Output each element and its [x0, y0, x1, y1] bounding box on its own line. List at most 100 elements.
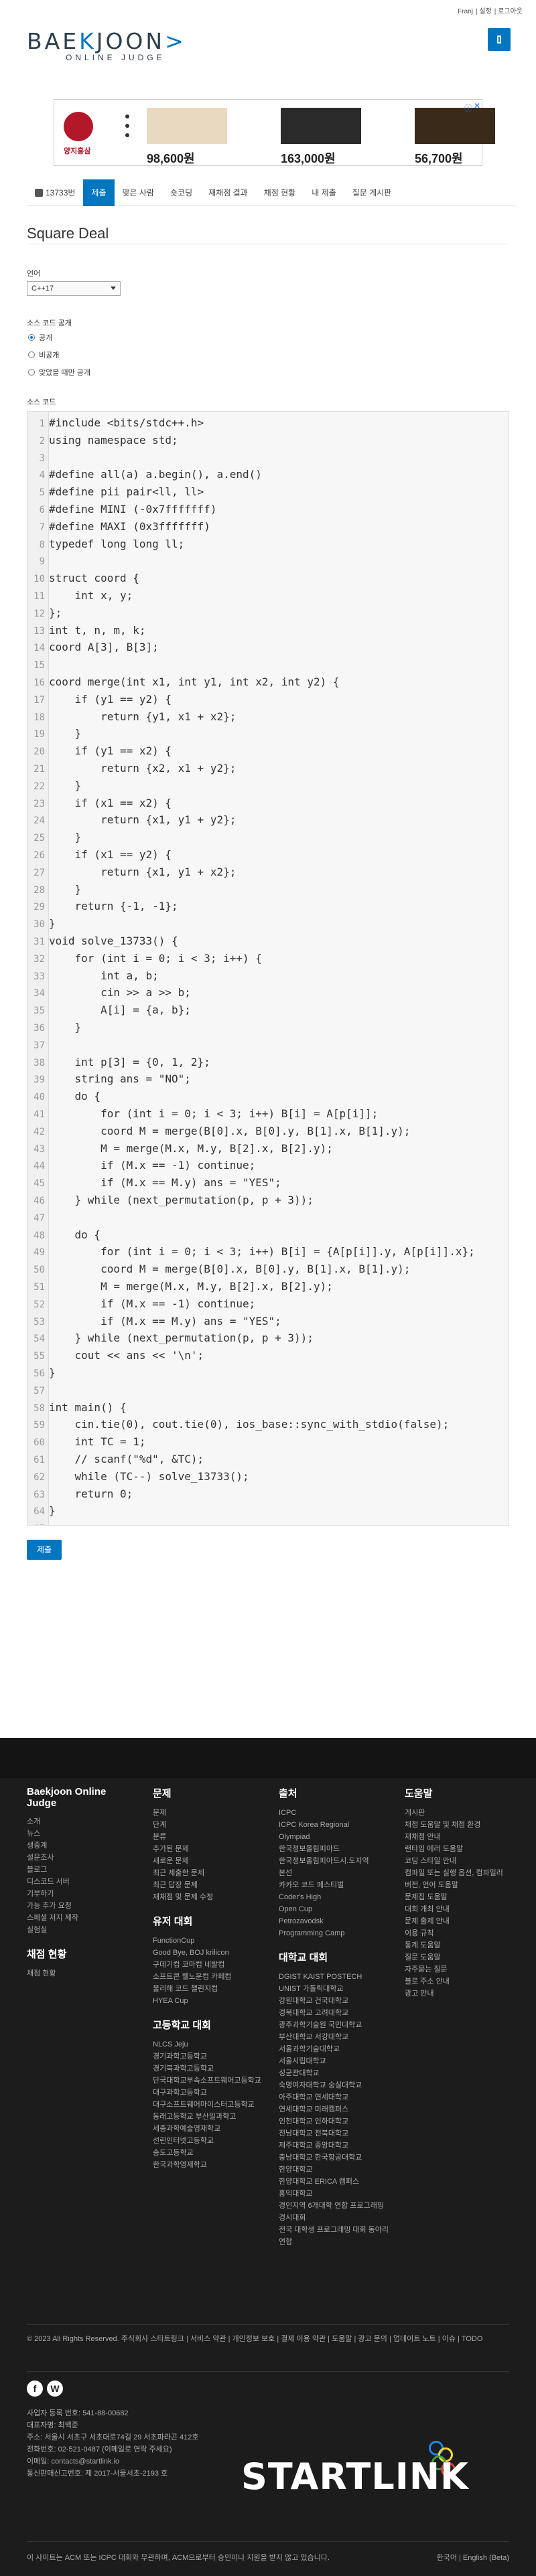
visibility-public-radio[interactable]: 공개 [28, 332, 52, 343]
footer-link[interactable]: Programming Camp [279, 1927, 393, 1939]
footer-link[interactable]: 광주과학기술원 국민대학교 [279, 2019, 393, 2031]
footer-link[interactable]: 홍익대학교 [279, 2188, 393, 2200]
footer-link[interactable]: 블로 주소 안내 [405, 1976, 512, 1988]
ad-info-icon[interactable]: ⓘ [464, 102, 472, 114]
footer-link[interactable]: 한양대학교 ERICA 캠퍼스 [279, 2176, 393, 2188]
footer-link[interactable]: HYEA Cup [153, 1995, 267, 2007]
footer-link[interactable]: 경기북과학고등학교 [153, 2063, 267, 2075]
footer-link[interactable]: 랜타임 에러 도움말 [405, 1843, 512, 1855]
footer-link[interactable]: 분류 [153, 1831, 267, 1843]
footer-link[interactable]: 추가된 문제 [153, 1843, 267, 1855]
ad-product-2[interactable] [281, 108, 361, 148]
footer-link[interactable]: 송도고등학교 [153, 2147, 267, 2159]
footer-link[interactable]: DGIST KAIST POSTECH [279, 1971, 393, 1983]
footer-link[interactable]: 재채점 안내 [405, 1831, 512, 1843]
footer-link[interactable]: Petrozavodsk [279, 1915, 393, 1927]
footer-link[interactable]: 뉴스 [27, 1828, 127, 1840]
code-editor[interactable]: 1 #include <bits/stdc++.h> 2 using namespac… [27, 411, 509, 1526]
footer-link[interactable]: 구데기컵 코마컵 네발컵 [153, 1959, 267, 1971]
footer-link[interactable]: 단계 [153, 1819, 267, 1831]
ad-close-icon[interactable]: ✕ [474, 101, 480, 110]
footer-link[interactable]: 채점 현황 [27, 1967, 127, 1980]
footer-link[interactable]: 대구과학고등학교 [153, 2087, 267, 2099]
footer-link[interactable]: 게시판 [405, 1807, 512, 1819]
footer-link[interactable]: 한국정보올림피아드 [279, 1843, 393, 1855]
footer-link[interactable]: FunctionCup [153, 1935, 267, 1947]
footer-link[interactable]: 단국대학교부속소프트웨어고등학교 [153, 2075, 267, 2087]
tab-short-coding[interactable]: 숏코딩 [162, 179, 200, 206]
tab-problem-number[interactable]: 13733번 [27, 179, 83, 206]
footer-link[interactable]: 연세대학교 미래캠퍼스 [279, 2103, 393, 2115]
settings-link[interactable]: 설정 [479, 8, 491, 15]
footer-link[interactable]: 소프트콘 웰노운컵 카페컵 [153, 1971, 267, 1983]
footer-link[interactable]: 본선 [279, 1867, 393, 1879]
footer-link[interactable]: 최근 제출한 문제 [153, 1867, 267, 1879]
footer-link[interactable]: 실험실 [27, 1924, 127, 1936]
submit-button[interactable]: 제출 [27, 1540, 62, 1560]
footer-link[interactable]: 인천대학교 인하대학교 [279, 2115, 393, 2127]
footer-link[interactable]: 자주묻는 질문 [405, 1963, 512, 1976]
footer-link[interactable]: 문제 [153, 1807, 267, 1819]
footer-link[interactable]: 대회 개최 안내 [405, 1903, 512, 1915]
footer-link[interactable]: 코딩 스타일 안내 [405, 1855, 512, 1867]
footer-link[interactable]: 물리해 코드 챌린지컵 [153, 1983, 267, 1995]
visibility-private-radio[interactable]: 비공개 [28, 349, 59, 360]
footer-link[interactable]: 가능 추가 요청 [27, 1900, 127, 1912]
footer-link[interactable]: 전남대학교 전북대학교 [279, 2127, 393, 2140]
tab-rejudge-results[interactable]: 재채점 결과 [200, 179, 256, 206]
footer-link[interactable]: 광고 안내 [405, 1988, 512, 2000]
footer-link[interactable]: 통계 도움말 [405, 1939, 512, 1951]
footer-link[interactable]: 한국정보올림피아드시.도지역 [279, 1855, 393, 1867]
footer-link[interactable]: 기부하기 [27, 1888, 127, 1900]
footer-link[interactable]: 경인지역 6개대학 연합 프로그래밍 경시대회 [279, 2200, 393, 2224]
footer-link[interactable]: 질문 도움말 [405, 1951, 512, 1963]
footer-link[interactable]: 충남대학교 한국항공대학교 [279, 2152, 393, 2164]
menu-toggle-button[interactable] [488, 28, 511, 51]
footer-link[interactable]: 새로운 문제 [153, 1855, 267, 1867]
footer-link[interactable]: 성균관대학교 [279, 2067, 393, 2079]
footer-link[interactable]: 제주대학교 중앙대학교 [279, 2140, 393, 2152]
footer-link[interactable]: 블로그 [27, 1864, 127, 1876]
footer-link[interactable]: 경북대학교 고려대학교 [279, 2007, 393, 2019]
footer-link[interactable]: 문제 출제 안내 [405, 1915, 512, 1927]
site-logo[interactable]: BAEKJOON> ONLINE JUDGE [27, 28, 201, 65]
wordpress-icon[interactable]: W [47, 2381, 63, 2397]
footer-link[interactable]: 아주대학교 연세대학교 [279, 2091, 393, 2103]
footer-link[interactable]: 컴파일 또는 실행 옵션, 컴파일러 버전, 언어 도움말 [405, 1867, 512, 1891]
footer-link[interactable]: UNIST 가톨릭대학교 [279, 1983, 393, 1995]
footer-link[interactable]: 카카오 코드 페스티벌 [279, 1879, 393, 1891]
footer-link[interactable]: 채점 도움말 및 채점 환경 [405, 1819, 512, 1831]
footer-link[interactable]: 숙명여자대학교 숭실대학교 [279, 2079, 393, 2091]
footer-link[interactable]: 한국과학영재학교 [153, 2159, 267, 2171]
language-select[interactable]: C++17 [27, 281, 121, 296]
footer-link[interactable]: Open Cup [279, 1903, 393, 1915]
username-link[interactable]: Franj [458, 8, 473, 15]
tab-status[interactable]: 채점 현황 [256, 179, 304, 206]
ad-product-1[interactable] [147, 108, 227, 148]
footer-link[interactable]: ICPC [279, 1807, 393, 1819]
footer-link[interactable]: 한양대학교 [279, 2164, 393, 2176]
tab-my-submissions[interactable]: 내 제출 [304, 179, 344, 206]
tab-qna-board[interactable]: 질문 게시판 [344, 179, 400, 206]
footer-link[interactable]: 설문조사 [27, 1852, 127, 1864]
footer-link[interactable]: 서울과학기술대학교 [279, 2043, 393, 2055]
tab-solved-users[interactable]: 맞은 사람 [115, 179, 163, 206]
footer-link[interactable]: 최근 답장 문제 [153, 1879, 267, 1891]
footer-link[interactable]: 서울시립대학교 [279, 2055, 393, 2067]
footer-link[interactable]: ICPC Korea Regional [279, 1819, 393, 1831]
footer-link[interactable]: 문제집 도움말 [405, 1891, 512, 1903]
footer-link[interactable]: 대구소프트웨어마이스터고등학교 [153, 2099, 267, 2111]
footer-link[interactable]: Olympiad [279, 1831, 393, 1843]
footer-link[interactable]: 경기과학고등학교 [153, 2050, 267, 2063]
footer-link[interactable]: Coder's High [279, 1891, 393, 1903]
footer-link[interactable]: 디스코드 서버 [27, 1876, 127, 1888]
logout-link[interactable]: 로그아웃 [498, 8, 523, 15]
footer-link[interactable]: 선린인터넷고등학교 [153, 2135, 267, 2147]
footer-link[interactable]: 전국 대학생 프로그래밍 대회 동아리 연합 [279, 2224, 393, 2248]
footer-link[interactable]: 스페셜 저지 제작 [27, 1912, 127, 1924]
visibility-accepted-radio[interactable]: 맞았을 때만 공개 [28, 367, 90, 378]
tab-submit[interactable]: 제출 [83, 179, 115, 206]
facebook-icon[interactable]: f [27, 2381, 43, 2397]
footer-link[interactable]: 부산대학교 서강대학교 [279, 2031, 393, 2043]
footer-link[interactable]: 소개 [27, 1816, 127, 1828]
